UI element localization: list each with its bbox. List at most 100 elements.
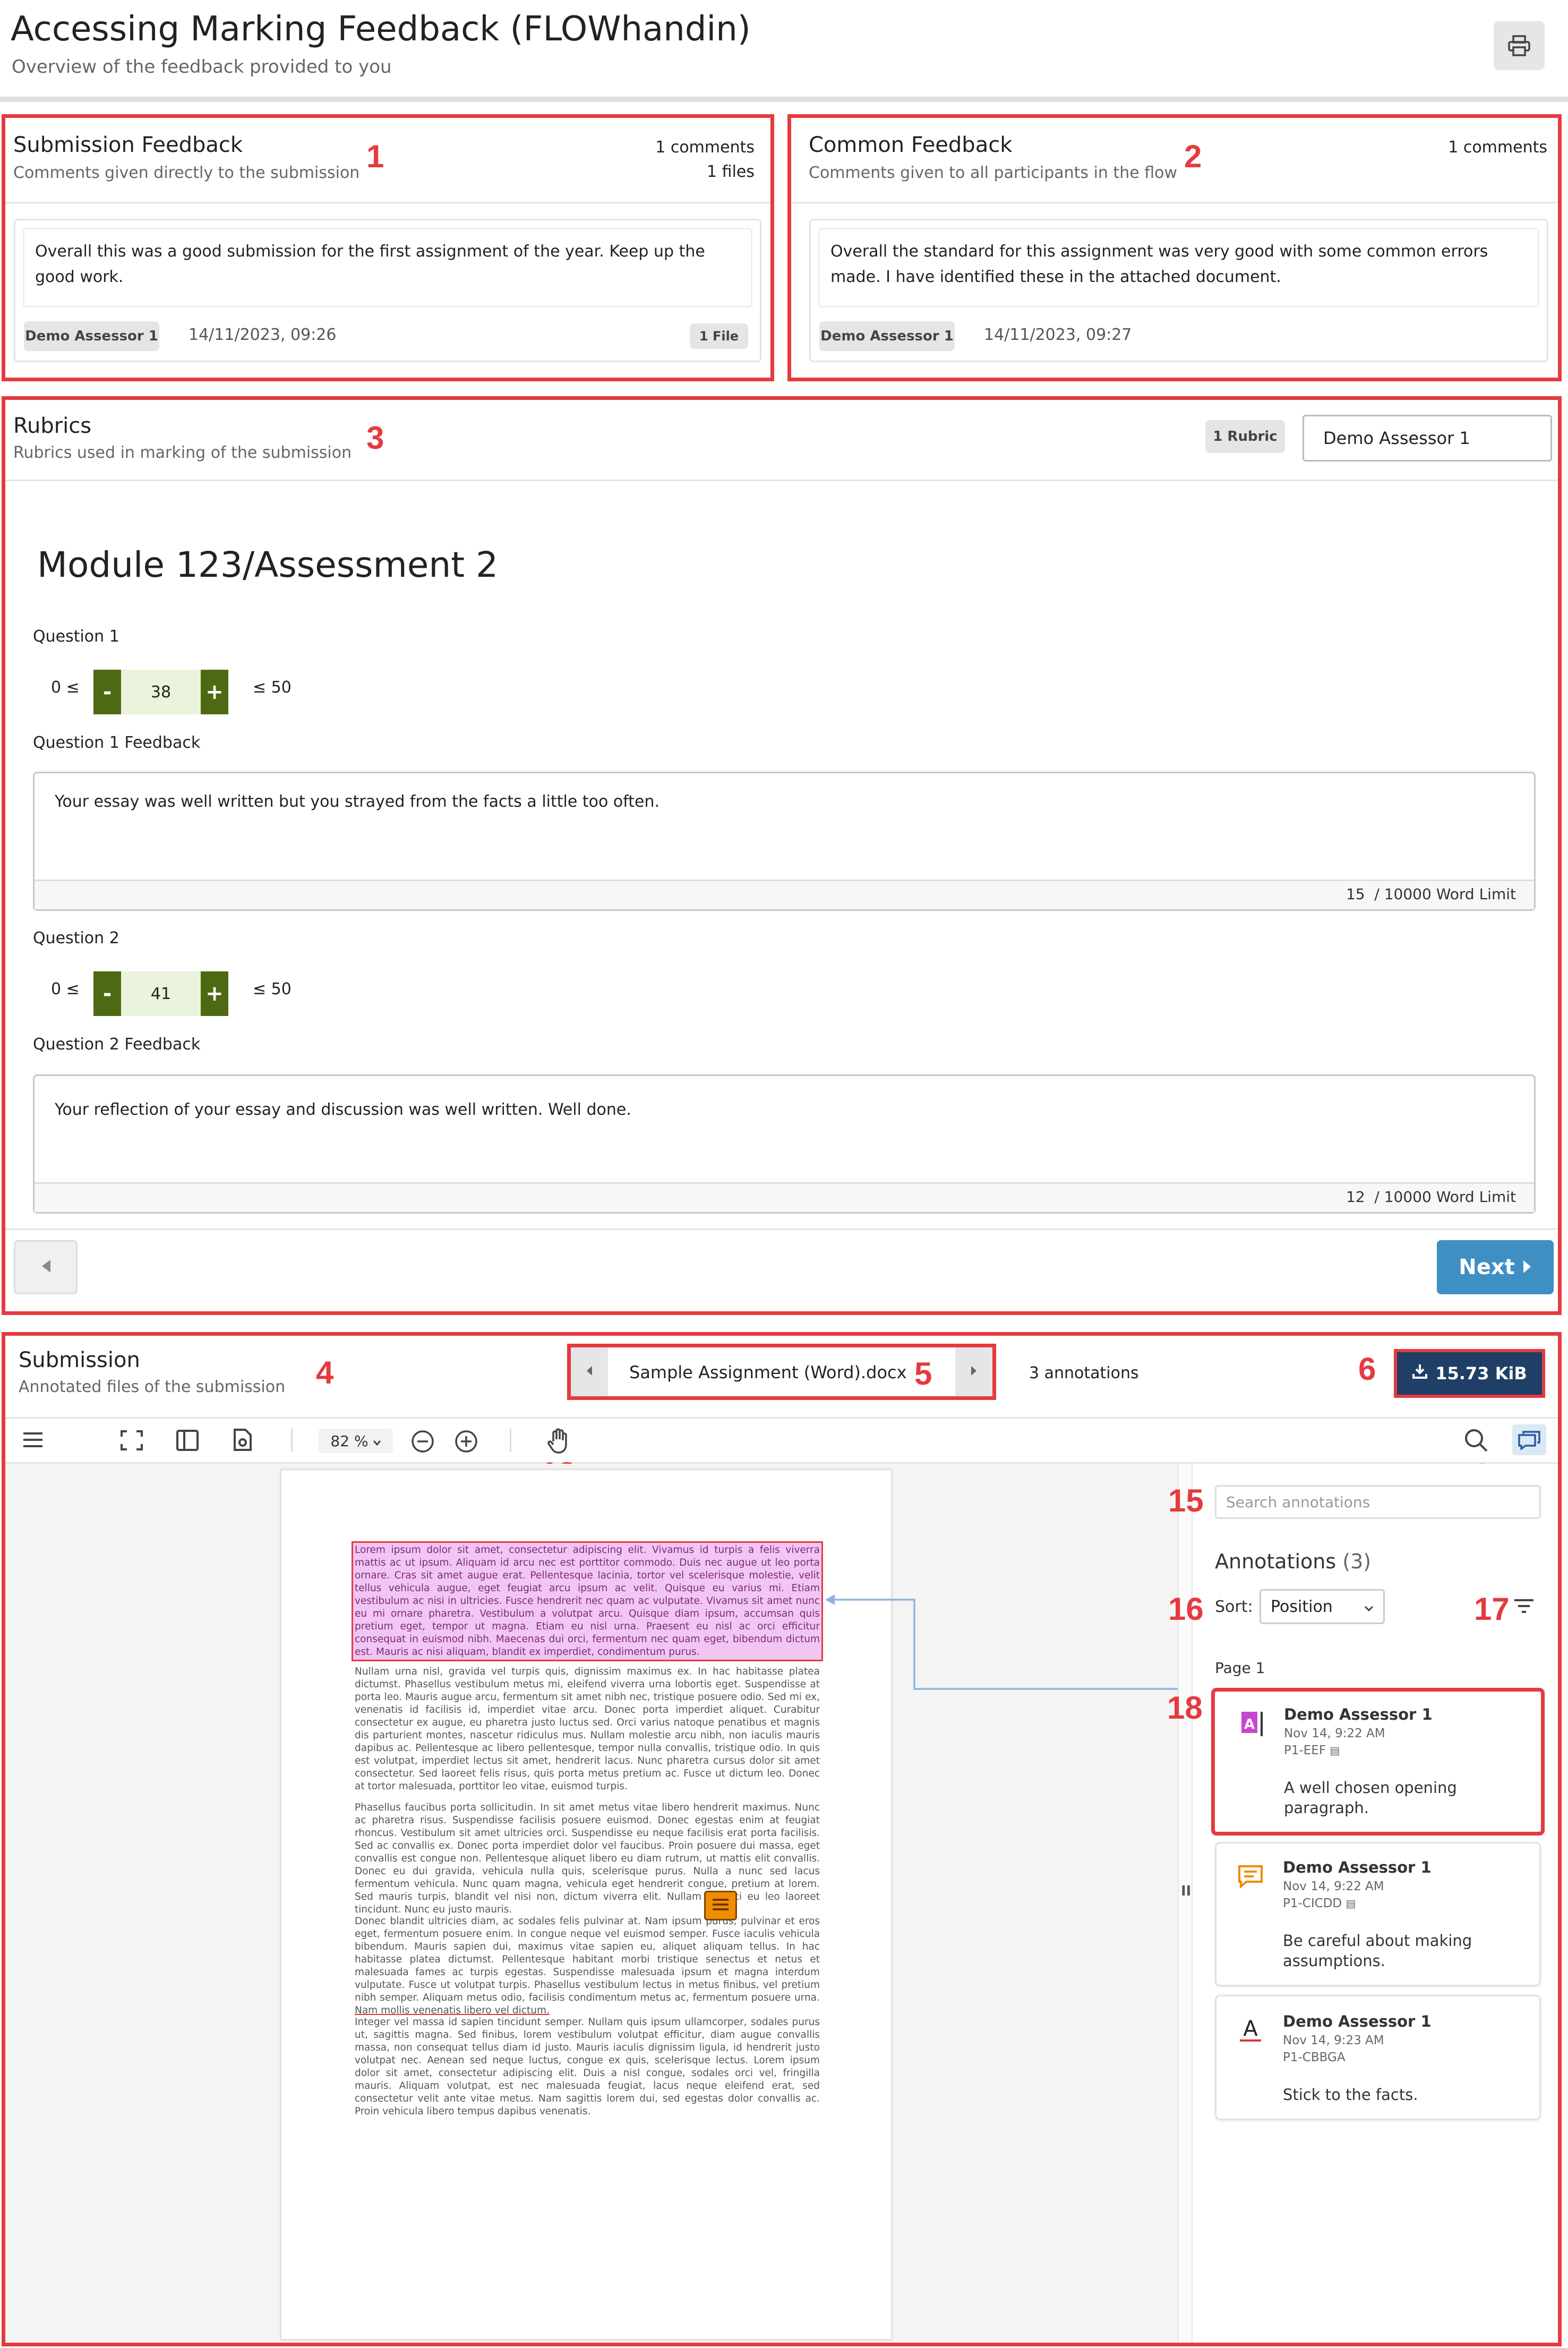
increment-button[interactable]: + [201,971,228,1016]
toolbar-separator [291,1429,293,1452]
annotation-connector [825,1594,1224,1690]
download-icon [1412,1363,1428,1384]
question-2-label: Question 2 [33,929,119,947]
page-icon: ▤ [1330,1744,1340,1757]
callout-1: 1 [366,139,384,174]
rubric-nav-divider [5,1228,1558,1230]
rubrics-subtitle: Rubrics used in marking of the submissio… [13,443,352,462]
module-title: Module 123/Assessment 2 [37,544,499,585]
print-button[interactable] [1494,21,1545,70]
comment-note-marker[interactable] [704,1891,737,1920]
decrement-button[interactable]: - [93,670,121,714]
comments-icon [1518,1430,1540,1450]
highlighted-paragraph[interactable]: Lorem ipsum dolor sit amet, consectetur … [352,1541,823,1661]
author-badge: Demo Assessor 1 [24,321,159,351]
doc-paragraph-4: Donec blandit ultricies diam, ac sodales… [355,1916,820,2016]
page-icon: ▤ [1346,1897,1356,1910]
printer-icon [1508,35,1530,56]
annotation-card[interactable]: A Demo Assessor 1 Nov 14, 9:22 AM P1-EEF… [1211,1688,1545,1835]
feedback-text: Your reflection of your essay and discus… [55,1100,631,1119]
doc-paragraph-2: Nullam urna nisl, gravida vel turpis qui… [355,1666,820,1792]
svg-text:A: A [1243,2018,1258,2041]
next-button-label: Next [1459,1255,1515,1279]
rubric-count-badge: 1 Rubric [1205,420,1285,453]
question-2-stepper[interactable]: - 41 + [93,971,228,1016]
annotation-author: Demo Assessor 1 [1283,1858,1432,1876]
sort-select[interactable]: Position [1259,1589,1385,1624]
question-1-max: ≤ 50 [253,678,292,697]
annotation-card[interactable]: Demo Assessor 1 Nov 14, 9:22 AM P1-CICDD… [1215,1842,1541,1986]
download-button[interactable]: 15.73 KiB [1394,1349,1545,1398]
increment-button[interactable]: + [201,670,228,714]
zoom-select[interactable]: 82 % [319,1429,393,1453]
decrement-button[interactable]: - [93,971,121,1016]
prev-file-button[interactable] [571,1347,608,1396]
question-2-feedback[interactable]: Your reflection of your essay and discus… [33,1074,1536,1214]
file-badge[interactable]: 1 File [690,323,748,349]
chevron-down-icon [1364,1598,1374,1616]
files-count: 1 files [707,163,755,181]
sort-label: Sort: [1215,1598,1253,1616]
callout-3: 3 [366,420,384,456]
filter-icon[interactable] [1513,1599,1535,1613]
score-input[interactable]: 38 [121,670,201,714]
comment-timestamp: 14/11/2023, 09:27 [984,326,1132,344]
assessor-select[interactable]: Demo Assessor 1 [1303,415,1552,462]
comment-text: Overall this was a good submission for t… [35,242,705,286]
annotation-date: Nov 14, 9:23 AM [1283,2034,1384,2047]
fullscreen-icon[interactable] [121,1430,143,1450]
annotation-date: Nov 14, 9:22 AM [1283,1880,1384,1893]
common-feedback-subtitle: Comments given to all participants in th… [809,164,1178,182]
file-name[interactable]: Sample Assignment (Word).docx [629,1362,907,1382]
annotation-code: P1-EEF ▤ [1284,1744,1340,1757]
panel-divider [5,202,770,203]
assessor-select-value: Demo Assessor 1 [1323,428,1470,448]
rubrics-panel: Rubrics Rubrics used in marking of the s… [2,396,1562,1315]
common-comment-text-box: Overall the standard for this assignment… [818,228,1539,308]
highlight-icon: A [1240,1711,1265,1739]
question-1-stepper[interactable]: - 38 + [93,670,228,714]
doc-paragraph-3: Phasellus faucibus porta sollicitudin. I… [355,1802,820,1915]
author-badge: Demo Assessor 1 [819,321,955,351]
menu-icon[interactable] [22,1430,44,1449]
caret-left-icon [40,1259,52,1276]
callout-2: 2 [1184,139,1202,174]
pan-hand-icon[interactable] [547,1428,570,1454]
callout-5: 5 [914,1356,932,1391]
search-annotations-input[interactable]: Search annotations [1215,1485,1541,1519]
document-settings-icon[interactable] [233,1429,252,1451]
zoom-in-icon[interactable] [455,1430,478,1453]
sidebar-toggle-icon[interactable] [176,1430,199,1451]
callout-17: 17 [1474,1591,1510,1627]
previous-button[interactable] [14,1240,78,1294]
zoom-out-icon[interactable] [411,1430,434,1453]
common-comment-card: Overall the standard for this assignment… [809,219,1548,362]
callout-18: 18 [1167,1690,1203,1726]
comments-count: 1 comments [655,138,755,157]
underlined-sentence[interactable]: Nam mollis venenatis libero vel dictum. [355,2005,550,2016]
question-1-feedback[interactable]: Your essay was well written but you stra… [33,772,1536,911]
annotations-panel-toggle[interactable] [1512,1424,1546,1455]
callout-16: 16 [1168,1591,1204,1627]
page-title: Accessing Marking Feedback (FLOWhandin) [11,10,751,49]
submission-subtitle: Annotated files of the submission [19,1378,286,1396]
underline-icon: A [1238,2017,1263,2045]
annotations-count: 3 annotations [1029,1364,1139,1382]
common-comments-count: 1 comments [1448,138,1547,157]
comment-icon [1238,1865,1263,1890]
score-input[interactable]: 41 [121,971,201,1016]
next-file-button[interactable] [955,1347,992,1396]
submission-title: Submission [19,1348,140,1372]
question-2-min: 0 ≤ [51,980,80,998]
resize-handle-icon: II [1181,1883,1192,1899]
header-divider [0,97,1568,102]
search-icon[interactable] [1464,1428,1488,1453]
comment-text-box: Overall this was a good submission for t… [23,228,752,308]
next-button[interactable]: Next [1437,1240,1554,1294]
callout-15: 15 [1168,1483,1204,1518]
submission-feedback-title: Submission Feedback [13,133,243,157]
caret-right-icon [1522,1255,1532,1279]
annotation-card[interactable]: A Demo Assessor 1 Nov 14, 9:23 AM P1-CBB… [1215,1995,1541,2120]
question-2-feedback-label: Question 2 Feedback [33,1035,201,1054]
annotation-text: Stick to the facts. [1283,2086,1418,2104]
